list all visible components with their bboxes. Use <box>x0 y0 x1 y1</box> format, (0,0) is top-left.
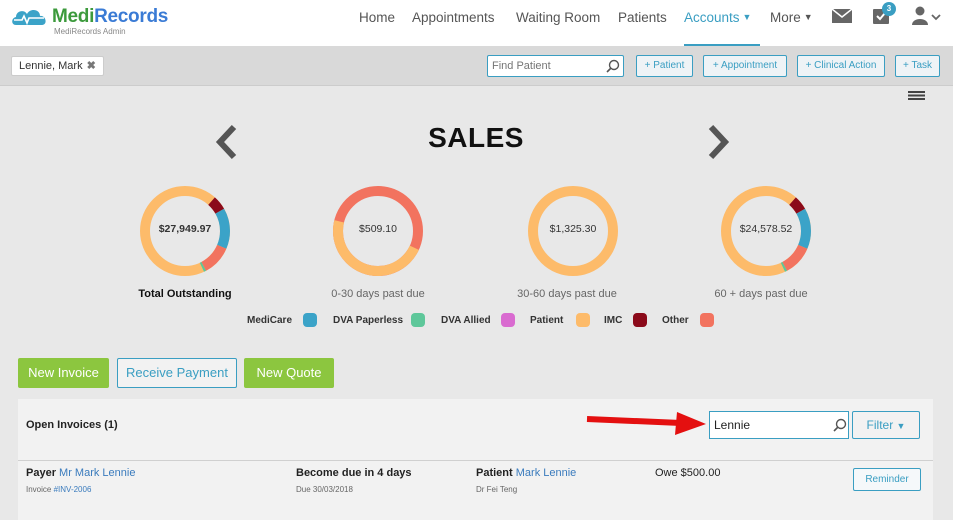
patient-toolbar: Lennie, Mark ✖ + Patient + Appointment + … <box>0 46 953 86</box>
close-icon[interactable]: ✖ <box>87 60 96 72</box>
add-clinical-action-button[interactable]: + Clinical Action <box>797 55 885 77</box>
payer-cell: Payer Mr Mark Lennie <box>26 467 136 479</box>
nav-patients[interactable]: Patients <box>618 10 667 25</box>
legend-label: DVA Allied <box>441 315 491 326</box>
cloud-logo-icon <box>12 10 46 26</box>
chevron-down-icon: ▼ <box>742 12 752 22</box>
legend-swatch-other <box>700 313 714 327</box>
add-patient-button[interactable]: + Patient <box>636 55 693 77</box>
invoice-number: Invoice #INV-2006 <box>26 485 92 494</box>
red-annotation-arrow-icon <box>586 412 706 435</box>
user-menu-icon[interactable] <box>912 6 942 26</box>
divider <box>18 460 933 461</box>
donut-total-outstanding[interactable]: $27,949.97 <box>139 185 231 277</box>
open-invoices-panel: Open Invoices (1) Filter ▼ Payer Mr Mark… <box>18 399 933 520</box>
nav-waiting-room[interactable]: Waiting Room <box>516 10 600 25</box>
filter-button[interactable]: Filter ▼ <box>852 411 920 439</box>
donut-value: $24,578.52 <box>739 223 793 235</box>
due-status: Become due in 4 days <box>296 467 412 479</box>
logo-text: MediRecords <box>52 6 169 27</box>
legend-label: IMC <box>604 315 623 326</box>
sales-title: SALES <box>428 122 524 153</box>
owe-amount: Owe $500.00 <box>655 467 721 479</box>
legend-swatch-medicare <box>303 313 317 327</box>
invoice-link[interactable]: #INV-2006 <box>54 485 92 494</box>
chart-legend: MediCare DVA Paperless DVA Allied Patien… <box>0 313 953 329</box>
legend-label: Other <box>662 315 689 326</box>
invoice-search-input[interactable] <box>709 411 849 439</box>
next-arrow-icon[interactable] <box>706 124 732 160</box>
donut-caption: 30-60 days past due <box>517 288 617 300</box>
donut-value: $1,325.30 <box>549 223 597 235</box>
payer-link[interactable]: Mr Mark Lennie <box>59 467 135 479</box>
patient-cell: Patient Mark Lennie <box>476 467 577 479</box>
patient-link[interactable]: Mark Lennie <box>516 467 577 479</box>
legend-label: MediCare <box>247 315 293 326</box>
donut-caption: 0-30 days past due <box>331 288 425 300</box>
legend-swatch-patient <box>576 313 590 327</box>
legend-swatch-imc <box>633 313 647 327</box>
top-navbar: MediRecords MediRecords Admin Home Appoi… <box>0 0 953 47</box>
reminder-button[interactable]: Reminder <box>853 468 921 491</box>
patient-tag[interactable]: Lennie, Mark ✖ <box>11 56 104 76</box>
donut-30-60-days[interactable]: $1,325.30 <box>527 185 619 277</box>
previous-arrow-icon[interactable] <box>213 124 239 160</box>
chevron-down-icon: ▼ <box>896 421 906 431</box>
search-icon[interactable] <box>833 418 847 432</box>
mail-icon[interactable] <box>832 9 852 23</box>
new-quote-button[interactable]: New Quote <box>244 358 334 388</box>
donut-caption: Total Outstanding <box>138 288 232 300</box>
chevron-down-icon: ▼ <box>803 12 813 22</box>
legend-swatch-dva-allied <box>501 313 515 327</box>
donut-value: $509.10 <box>359 223 397 235</box>
donut-caption: 60 + days past due <box>714 288 808 300</box>
new-invoice-button[interactable]: New Invoice <box>18 358 109 388</box>
nav-home[interactable]: Home <box>359 10 395 25</box>
patient-tag-label: Lennie, Mark <box>19 60 83 72</box>
donut-60-plus-days[interactable]: $24,578.52 <box>720 185 812 277</box>
nav-accounts[interactable]: Accounts ▼ <box>684 10 751 25</box>
receive-payment-button[interactable]: Receive Payment <box>117 358 237 388</box>
donut-0-30-days[interactable]: $509.10 <box>332 185 424 277</box>
tasks-count-badge: 3 <box>882 2 896 16</box>
due-date: Due 30/03/2018 <box>296 485 353 494</box>
hamburger-menu-icon[interactable] <box>908 91 925 100</box>
donut-value: $27,949.97 <box>158 223 212 235</box>
add-appointment-button[interactable]: + Appointment <box>703 55 787 77</box>
logo-subtitle: MediRecords Admin <box>54 27 126 36</box>
doctor-name: Dr Fei Teng <box>476 485 518 494</box>
add-task-button[interactable]: + Task <box>895 55 940 77</box>
legend-label: Patient <box>530 315 564 326</box>
search-icon[interactable] <box>606 59 620 73</box>
open-invoices-title: Open Invoices (1) <box>26 419 118 431</box>
legend-swatch-dva-paperless <box>411 313 425 327</box>
nav-appointments[interactable]: Appointments <box>412 10 495 25</box>
nav-more[interactable]: More ▼ <box>770 10 813 25</box>
find-patient-input[interactable] <box>487 55 624 77</box>
legend-label: DVA Paperless <box>333 315 404 326</box>
